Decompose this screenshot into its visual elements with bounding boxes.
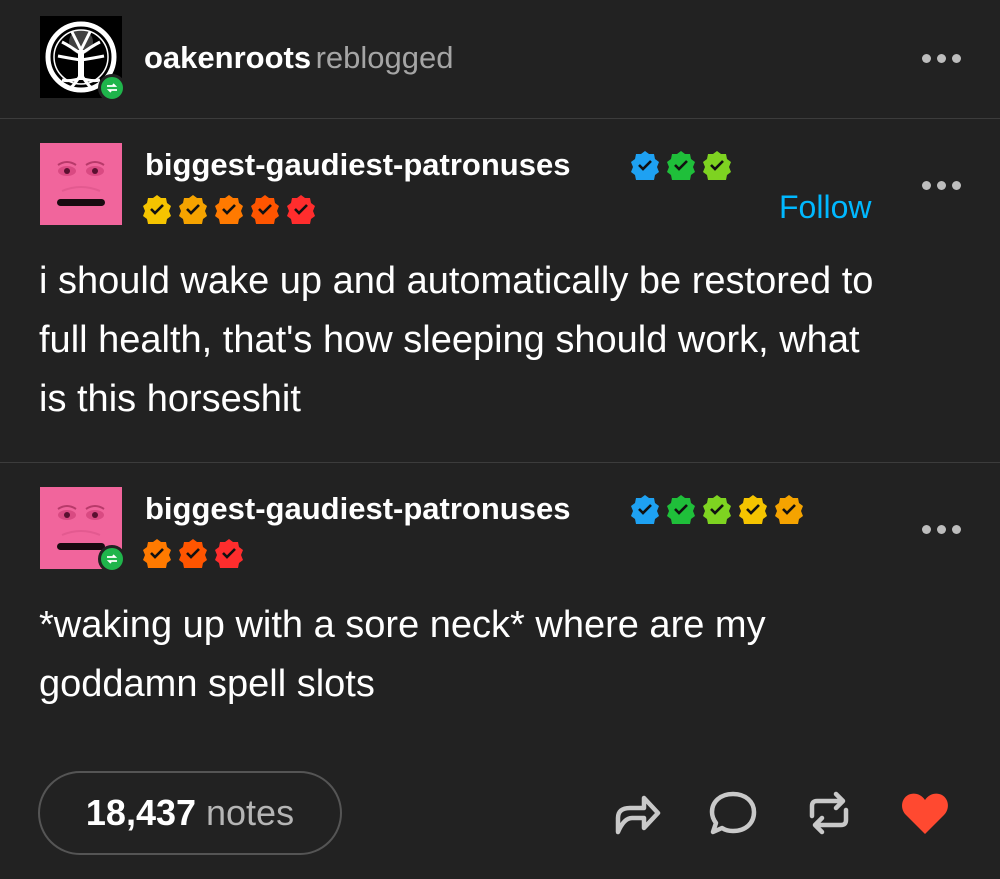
more-options-icon[interactable] <box>922 54 961 63</box>
post-username[interactable]: biggest-gaudiest-patronuses <box>145 147 570 183</box>
post-1: biggest-gaudiest-patronuses Follow i sho… <box>0 119 1000 462</box>
reblog-header: oakenroots reblogged <box>0 0 1000 118</box>
verified-badge-icon <box>703 495 731 524</box>
oakenroots-avatar[interactable] <box>40 16 126 102</box>
verified-badge-icon <box>179 539 207 568</box>
share-icon[interactable] <box>610 786 664 840</box>
post-text-line: is this horseshit <box>39 378 301 420</box>
verified-badge-icon <box>287 195 315 224</box>
post-text-line: i should wake up and automatically be re… <box>39 260 874 302</box>
post-text-line: *waking up with a sore neck* where are m… <box>39 604 766 646</box>
comment-icon[interactable] <box>706 786 760 840</box>
verified-badge-icon <box>143 195 171 224</box>
more-options-icon[interactable] <box>922 181 961 190</box>
verified-badge-icon <box>703 151 731 180</box>
like-icon[interactable] <box>898 786 952 840</box>
verified-badge-icon <box>667 151 695 180</box>
post-username[interactable]: biggest-gaudiest-patronuses <box>145 491 570 527</box>
more-options-icon[interactable] <box>922 525 961 534</box>
reblog-badge-icon <box>98 74 126 102</box>
reblog-badge-icon <box>98 545 126 573</box>
patronuses-avatar[interactable] <box>40 487 126 573</box>
post-text: *waking up with a sore neck* where are m… <box>39 596 969 714</box>
reblogged-label: reblogged <box>315 40 454 75</box>
notes-button[interactable]: 18,437 notes <box>38 771 342 855</box>
patronuses-avatar[interactable] <box>40 143 122 225</box>
verified-badge-icon <box>667 495 695 524</box>
post-2: biggest-gaudiest-patronuses *waking up w… <box>0 463 1000 753</box>
verified-badge-icon <box>215 539 243 568</box>
reblogger-username[interactable]: oakenroots <box>144 40 311 75</box>
post-text: i should wake up and automatically be re… <box>39 252 969 429</box>
verified-badge-icon <box>739 495 767 524</box>
badge-row <box>142 538 244 568</box>
badge-row <box>142 194 316 224</box>
post-text-line: full health, that's how sleeping should … <box>39 319 860 361</box>
verified-badge-icon <box>179 195 207 224</box>
badge-row <box>630 494 804 524</box>
verified-badge-icon <box>775 495 803 524</box>
pink-face-icon <box>40 143 122 225</box>
post-text-line: goddamn spell slots <box>39 663 375 705</box>
follow-button[interactable]: Follow <box>779 189 871 226</box>
notes-count: 18,437 <box>85 792 197 833</box>
verified-badge-icon <box>631 151 659 180</box>
verified-badge-icon <box>251 195 279 224</box>
notes-label: notes <box>206 792 295 833</box>
badge-row <box>630 150 732 180</box>
verified-badge-icon <box>215 195 243 224</box>
reblog-icon[interactable] <box>802 786 856 840</box>
verified-badge-icon <box>143 539 171 568</box>
verified-badge-icon <box>631 495 659 524</box>
